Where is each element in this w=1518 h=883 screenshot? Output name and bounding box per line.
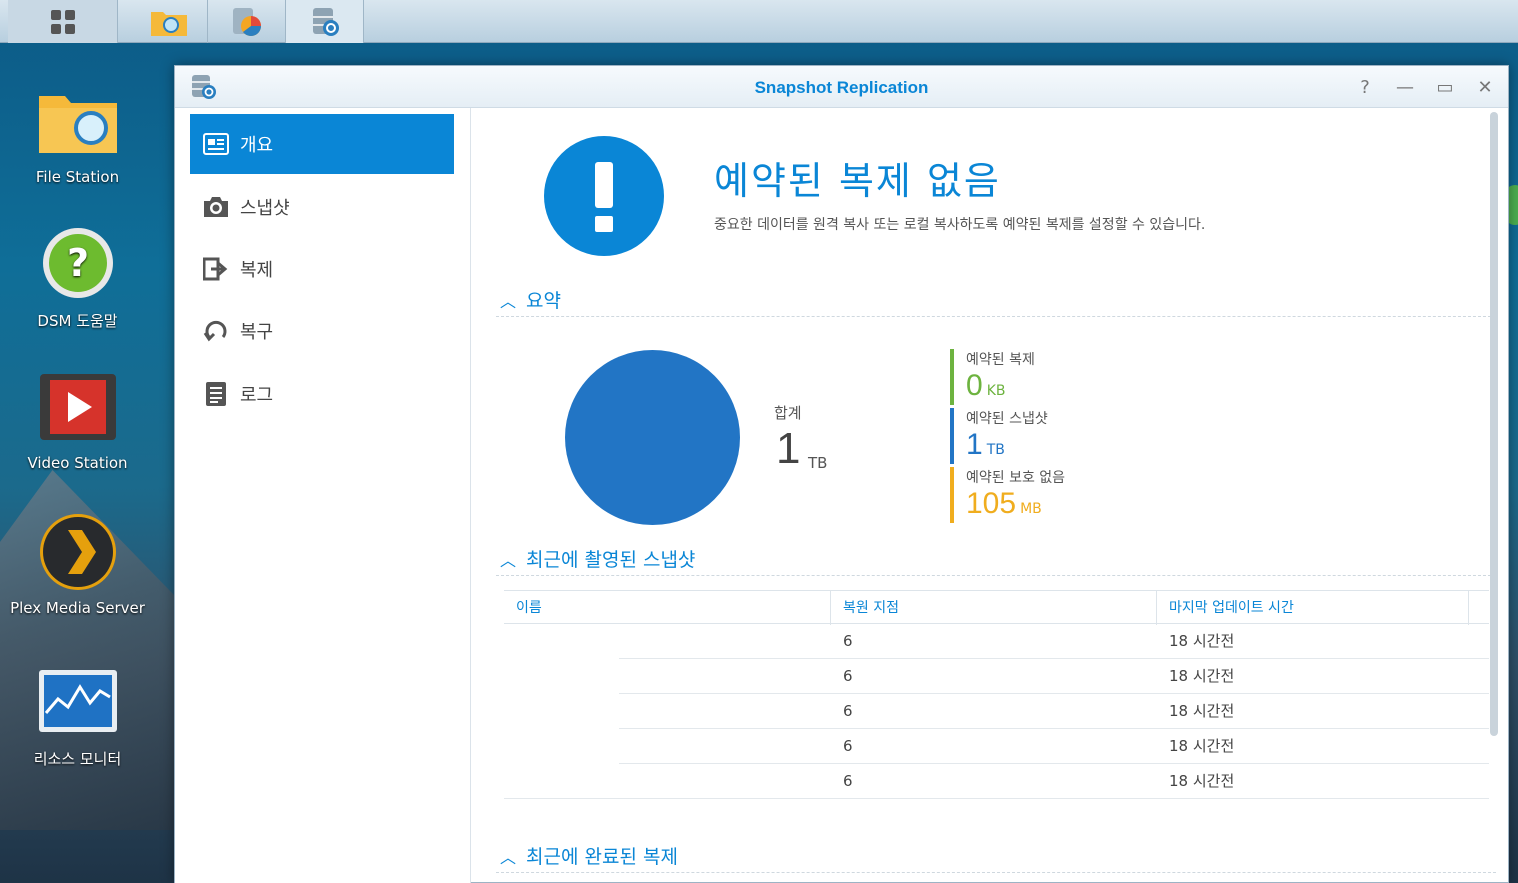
content-scrollbar[interactable] — [1490, 112, 1498, 736]
column-header-last-updated[interactable]: 마지막 업데이트 시간 — [1157, 591, 1469, 625]
row-divider — [504, 798, 1489, 799]
sidebar: 개요 스냅샷 복제 복구 로그 — [175, 108, 471, 883]
desktop-icon-label: Plex Media Server — [10, 599, 145, 617]
desktop-icon-file-station[interactable]: File Station — [0, 80, 155, 186]
taskbar-storage-manager-button[interactable] — [208, 0, 286, 43]
table-row[interactable]: 6 18 시간전 — [504, 729, 1489, 764]
cell-updated: 18 시간전 — [1169, 667, 1235, 685]
window-title: Snapshot Replication — [754, 78, 929, 97]
help-button[interactable]: ? — [1353, 76, 1377, 100]
maximize-button[interactable]: ▭ — [1433, 76, 1457, 100]
status-headline: 예약된 복제 없음 — [714, 159, 1001, 203]
recent-replications-section-header[interactable]: ︿ 최근에 완료된 복제 — [496, 839, 1496, 873]
total-label: 합계 — [774, 404, 802, 422]
stat-unit: TB — [986, 442, 1005, 458]
table-row[interactable]: 6 18 시간전 — [504, 659, 1489, 694]
table-row[interactable]: 6 18 시간전 — [504, 694, 1489, 729]
chevron-up-icon: ︿ — [500, 291, 517, 311]
sidebar-item-log[interactable]: 로그 — [190, 364, 454, 424]
video-play-icon — [37, 366, 119, 448]
cell-restore-points: 6 — [843, 702, 853, 720]
cell-updated: 18 시간전 — [1169, 737, 1235, 755]
help-question-icon: ? — [37, 222, 119, 304]
camera-icon — [202, 193, 230, 221]
sidebar-item-label: 복구 — [240, 322, 274, 343]
stat-label: 예약된 보호 없음 — [966, 470, 1066, 486]
table-row[interactable]: 6 18 시간전 — [504, 764, 1489, 799]
main-menu-button[interactable] — [8, 0, 118, 43]
grid-menu-icon — [50, 9, 75, 34]
sidebar-item-overview[interactable]: 개요 — [190, 114, 454, 174]
taskbar-file-station-button[interactable] — [130, 0, 208, 43]
desktop-icon-plex[interactable]: Plex Media Server — [0, 511, 155, 617]
column-header-restore-points[interactable]: 복원 지점 — [831, 591, 1157, 625]
cell-updated: 18 시간전 — [1169, 772, 1235, 790]
cell-restore-points: 6 — [843, 772, 853, 790]
sidebar-item-replication[interactable]: 복제 — [190, 239, 454, 299]
sidebar-item-recovery[interactable]: 복구 — [190, 301, 454, 361]
stat-label: 예약된 복제 — [966, 352, 1035, 368]
total-value: 1 — [776, 424, 801, 473]
stat-value: 1 — [966, 428, 983, 461]
sidebar-item-label: 복제 — [240, 260, 274, 281]
close-button[interactable]: ✕ — [1473, 76, 1497, 100]
table-header: 이름 복원 지점 마지막 업데이트 시간 — [504, 590, 1489, 625]
sidebar-item-label: 스냅샷 — [240, 198, 290, 219]
total-unit: TB — [808, 454, 828, 472]
stat-label: 예약된 스냅샷 — [966, 411, 1048, 427]
overview-icon — [202, 130, 230, 158]
plex-chevron-icon — [37, 511, 119, 593]
stat-value: 0 — [966, 369, 983, 402]
log-icon — [202, 380, 230, 408]
desktop-icon-video-station[interactable]: Video Station — [0, 366, 155, 472]
taskbar — [0, 0, 1518, 43]
recovery-icon — [202, 317, 230, 345]
cell-updated: 18 시간전 — [1169, 632, 1235, 650]
replication-icon — [202, 255, 230, 283]
sidebar-item-label: 개요 — [240, 135, 274, 156]
alert-icon — [544, 136, 664, 256]
monitor-graph-icon — [37, 660, 119, 742]
svg-text:?: ? — [66, 241, 88, 285]
stat-value: 105 — [966, 487, 1017, 520]
section-title: 최근에 촬영된 스냅샷 — [526, 549, 696, 571]
sidebar-item-label: 로그 — [240, 385, 274, 406]
chevron-up-icon: ︿ — [500, 550, 517, 570]
cell-restore-points: 6 — [843, 632, 853, 650]
chevron-up-icon: ︿ — [500, 847, 517, 867]
column-header-name[interactable]: 이름 — [504, 591, 831, 625]
window-titlebar[interactable]: Snapshot Replication ? — ▭ ✕ — [175, 66, 1508, 108]
cell-updated: 18 시간전 — [1169, 702, 1235, 720]
storage-chart-icon — [232, 7, 261, 36]
recent-snapshots-table: 이름 복원 지점 마지막 업데이트 시간 6 18 시간전 6 18 시간전 6… — [504, 590, 1489, 799]
stat-scheduled-replication: 예약된 복제 0 KB — [950, 349, 1150, 405]
desktop-icon-label: 리소스 모니터 — [33, 750, 122, 768]
overview-content: 예약된 복제 없음 중요한 데이터를 원격 복사 또는 로컬 복사하도록 예약된… — [472, 108, 1500, 883]
section-title: 요약 — [526, 290, 561, 312]
minimize-button[interactable]: — — [1393, 76, 1417, 100]
snapshot-db-icon — [312, 7, 339, 36]
cell-restore-points: 6 — [843, 737, 853, 755]
summary-section-header[interactable]: ︿ 요약 — [496, 283, 1496, 317]
taskbar-snapshot-replication-button[interactable] — [286, 0, 364, 43]
folder-search-icon — [37, 80, 119, 162]
desktop-icon-dsm-help[interactable]: ? DSM 도움말 — [0, 222, 155, 331]
snapshot-replication-window: Snapshot Replication ? — ▭ ✕ 개요 스냅샷 복제 복… — [174, 65, 1509, 883]
folder-search-icon — [150, 11, 187, 36]
cell-restore-points: 6 — [843, 667, 853, 685]
desktop-icon-resource-monitor[interactable]: 리소스 모니터 — [0, 660, 155, 769]
desktop-icon-label: File Station — [35, 168, 120, 186]
table-row[interactable]: 6 18 시간전 — [504, 624, 1489, 659]
stat-unit: KB — [986, 383, 1006, 399]
desktop-icon-label: DSM 도움말 — [37, 312, 118, 330]
recent-snapshots-section-header[interactable]: ︿ 최근에 촬영된 스냅샷 — [496, 542, 1496, 576]
storage-pie-chart — [565, 350, 740, 525]
status-description: 중요한 데이터를 원격 복사 또는 로컬 복사하도록 예약된 복제를 설정할 수… — [714, 217, 1206, 233]
desktop-icon-label: Video Station — [27, 454, 128, 472]
sidebar-item-snapshot[interactable]: 스냅샷 — [190, 177, 454, 237]
stat-scheduled-snapshot: 예약된 스냅샷 1 TB — [950, 408, 1150, 464]
section-title: 최근에 완료된 복제 — [526, 846, 678, 868]
stat-unprotected: 예약된 보호 없음 105 MB — [950, 467, 1150, 523]
stat-unit: MB — [1020, 501, 1042, 517]
